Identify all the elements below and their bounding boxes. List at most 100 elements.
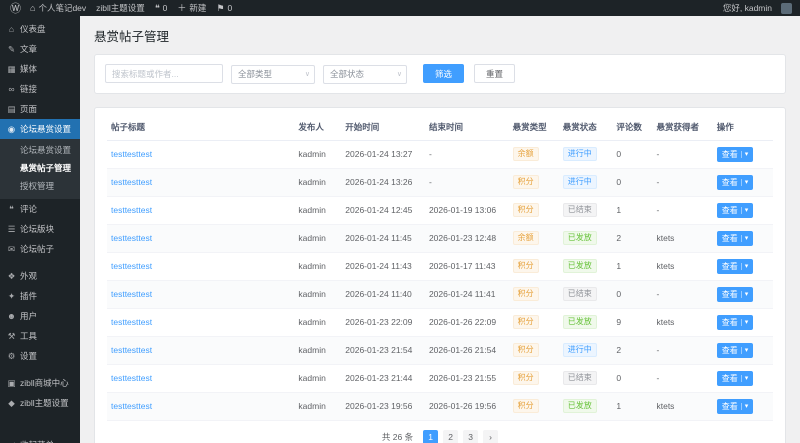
view-button[interactable]: 查看 ▾ <box>716 202 754 218</box>
author-cell: kadmin <box>294 308 342 337</box>
comment-count-cell: 0 <box>612 364 653 393</box>
end-time-cell: 2026-01-23 12:48 <box>424 224 509 253</box>
page-button-1[interactable]: 1 <box>423 429 439 443</box>
end-time-cell: 2026-01-26 21:54 <box>424 336 509 365</box>
sidebar-item-9[interactable]: ❖ 外观 <box>0 266 80 286</box>
view-button[interactable]: 查看 ▾ <box>716 174 754 190</box>
sidebar-subitem-0[interactable]: 论坛悬赏设置 <box>0 141 80 159</box>
author-cell: kadmin <box>294 168 342 197</box>
author-cell: kadmin <box>294 196 342 225</box>
sidebar-item-10[interactable]: ✦ 插件 <box>0 286 80 306</box>
adminbar-new-link[interactable]: ＋ 新建 <box>172 0 211 16</box>
sidebar-subitem-1[interactable]: 悬赏帖子管理 <box>0 159 80 177</box>
post-title-link[interactable]: testtesttest <box>111 177 152 187</box>
post-title-link[interactable]: testtesttest <box>111 149 152 159</box>
wordpress-logo-icon[interactable]: Ⓦ <box>6 0 25 16</box>
filter-button[interactable]: 筛选 <box>423 64 465 84</box>
post-title-link[interactable]: testtesttest <box>111 233 152 243</box>
view-button[interactable]: 查看 ▾ <box>716 230 754 246</box>
sidebar-item-label: 链接 <box>20 84 38 94</box>
post-title-link[interactable]: testtesttest <box>111 401 152 411</box>
sidebar-item-15[interactable]: ◆ zibll主题设置 <box>0 393 80 413</box>
end-time-cell: 2026-01-17 11:43 <box>424 252 509 281</box>
start-time-cell: 2026-01-24 13:26 <box>341 168 425 197</box>
column-header: 发布人 <box>294 113 342 141</box>
post-title-link[interactable]: testtesttest <box>111 373 152 383</box>
post-title-link[interactable]: testtesttest <box>111 261 152 271</box>
search-input[interactable] <box>105 64 223 84</box>
reset-button[interactable]: 重置 <box>474 64 516 84</box>
view-button[interactable]: 查看 ▾ <box>716 342 754 358</box>
status-filter-select[interactable]: 全部状态 <box>323 64 407 84</box>
start-time-cell: 2026-01-24 12:45 <box>341 196 425 225</box>
view-button[interactable]: 查看 ▾ <box>716 286 754 302</box>
sidebar-item-label: 媒体 <box>20 64 38 74</box>
post-title-link[interactable]: testtesttest <box>111 345 152 355</box>
media-icon: ▦ <box>7 63 16 74</box>
sidebar-item-label: 文章 <box>20 44 38 54</box>
sidebar-item-14[interactable]: ▣ zibll商城中心 <box>0 373 80 393</box>
account-menu[interactable]: 您好, kadmin <box>718 0 777 16</box>
sidebar-item-0[interactable]: ⌂ 仪表盘 <box>0 19 80 39</box>
reward-type-badge: 积分 <box>512 371 539 385</box>
sidebar-item-label: 论坛版块 <box>20 224 55 234</box>
sidebar-item-2[interactable]: ▦ 媒体 <box>0 59 80 79</box>
sidebar-item-5[interactable]: ◉ 论坛悬赏设置 <box>0 119 80 139</box>
post-title-link[interactable]: testtesttest <box>111 317 152 327</box>
view-button[interactable]: 查看 ▾ <box>716 370 754 386</box>
sidebar-item-label: 插件 <box>20 291 38 301</box>
start-time-cell: 2026-01-23 21:44 <box>341 364 425 393</box>
site-name-link[interactable]: ⌂ 个人笔记dev <box>25 0 91 16</box>
table-row: testtesttest kadmin 2026-01-24 13:27- 余额 进行中… <box>107 140 773 169</box>
type-filter: 全部类型 ∨ <box>231 64 315 84</box>
chevron-down-icon: ▾ <box>740 374 748 382</box>
home-icon: ⌂ <box>30 2 36 13</box>
page-button-3[interactable]: 3 <box>463 429 479 443</box>
sidebar-item-label: 设置 <box>20 351 38 361</box>
sidebar-subitem-2[interactable]: 授权管理 <box>0 177 80 195</box>
adminbar-flag-link[interactable]: ⚑ 0 <box>211 0 237 16</box>
comment-count-cell: 2 <box>612 336 653 365</box>
post-title-link[interactable]: testtesttest <box>111 289 152 299</box>
reward-type-badge: 积分 <box>512 175 539 189</box>
chevron-down-icon: ▾ <box>740 150 748 158</box>
filter-card: 全部类型 ∨ 全部状态 ∨ 筛选 重置 <box>94 54 786 94</box>
start-time-cell: 2026-01-24 11:43 <box>341 252 425 281</box>
sidebar-item-12[interactable]: ⚒ 工具 <box>0 326 80 346</box>
table-row: testtesttest kadmin 2026-01-24 11:43 2026-0… <box>107 252 773 281</box>
author-cell: kadmin <box>294 364 342 393</box>
sidebar-item-8[interactable]: ✉ 论坛帖子 <box>0 239 80 259</box>
next-page-button[interactable]: › <box>483 429 499 443</box>
sidebar-item-label: 用户 <box>20 311 38 321</box>
sidebar-item-7[interactable]: ☰ 论坛版块 <box>0 219 80 239</box>
winner-cell: ktets <box>652 224 713 253</box>
comment-count-cell: 0 <box>612 168 653 197</box>
view-button[interactable]: 查看 ▾ <box>716 146 754 162</box>
view-button[interactable]: 查看 ▾ <box>716 314 754 330</box>
sidebar-item-6[interactable]: ❝ 评论 <box>0 199 80 219</box>
view-button[interactable]: 查看 ▾ <box>716 398 754 414</box>
post-title-link[interactable]: testtesttest <box>111 205 152 215</box>
sidebar-item-3[interactable]: ∞ 链接 <box>0 79 80 99</box>
sidebar-item-1[interactable]: ✎ 文章 <box>0 39 80 59</box>
start-time-cell: 2026-01-24 11:45 <box>341 224 425 253</box>
type-filter-select[interactable]: 全部类型 <box>231 64 315 84</box>
start-time-cell: 2026-01-24 11:40 <box>341 280 425 309</box>
view-button[interactable]: 查看 ▾ <box>716 258 754 274</box>
sidebar-item-16[interactable]: ◀ 收起菜单 <box>0 435 80 443</box>
author-cell: kadmin <box>294 252 342 281</box>
reward-type-badge: 积分 <box>512 259 539 273</box>
sidebar-item-11[interactable]: ☻ 用户 <box>0 306 80 326</box>
sidebar-item-4[interactable]: ▤ 页面 <box>0 99 80 119</box>
comment-count: 0 <box>162 3 168 13</box>
sidebar-item-13[interactable]: ⚙ 设置 <box>0 346 80 366</box>
column-header: 开始时间 <box>341 113 425 141</box>
page-button-2[interactable]: 2 <box>443 429 459 443</box>
column-header: 悬赏类型 <box>508 113 559 141</box>
winner-cell: - <box>652 168 713 197</box>
winner-cell: ktets <box>652 308 713 337</box>
adminbar-comments-link[interactable]: ❝ 0 <box>150 0 173 16</box>
main-content: 悬赏帖子管理 全部类型 ∨ 全部状态 ∨ 筛选 重置 帖子标题发布人开始时间 <box>80 16 800 443</box>
author-cell: kadmin <box>294 224 342 253</box>
adminbar-theme-settings-link[interactable]: zibll主题设置 <box>91 0 150 16</box>
